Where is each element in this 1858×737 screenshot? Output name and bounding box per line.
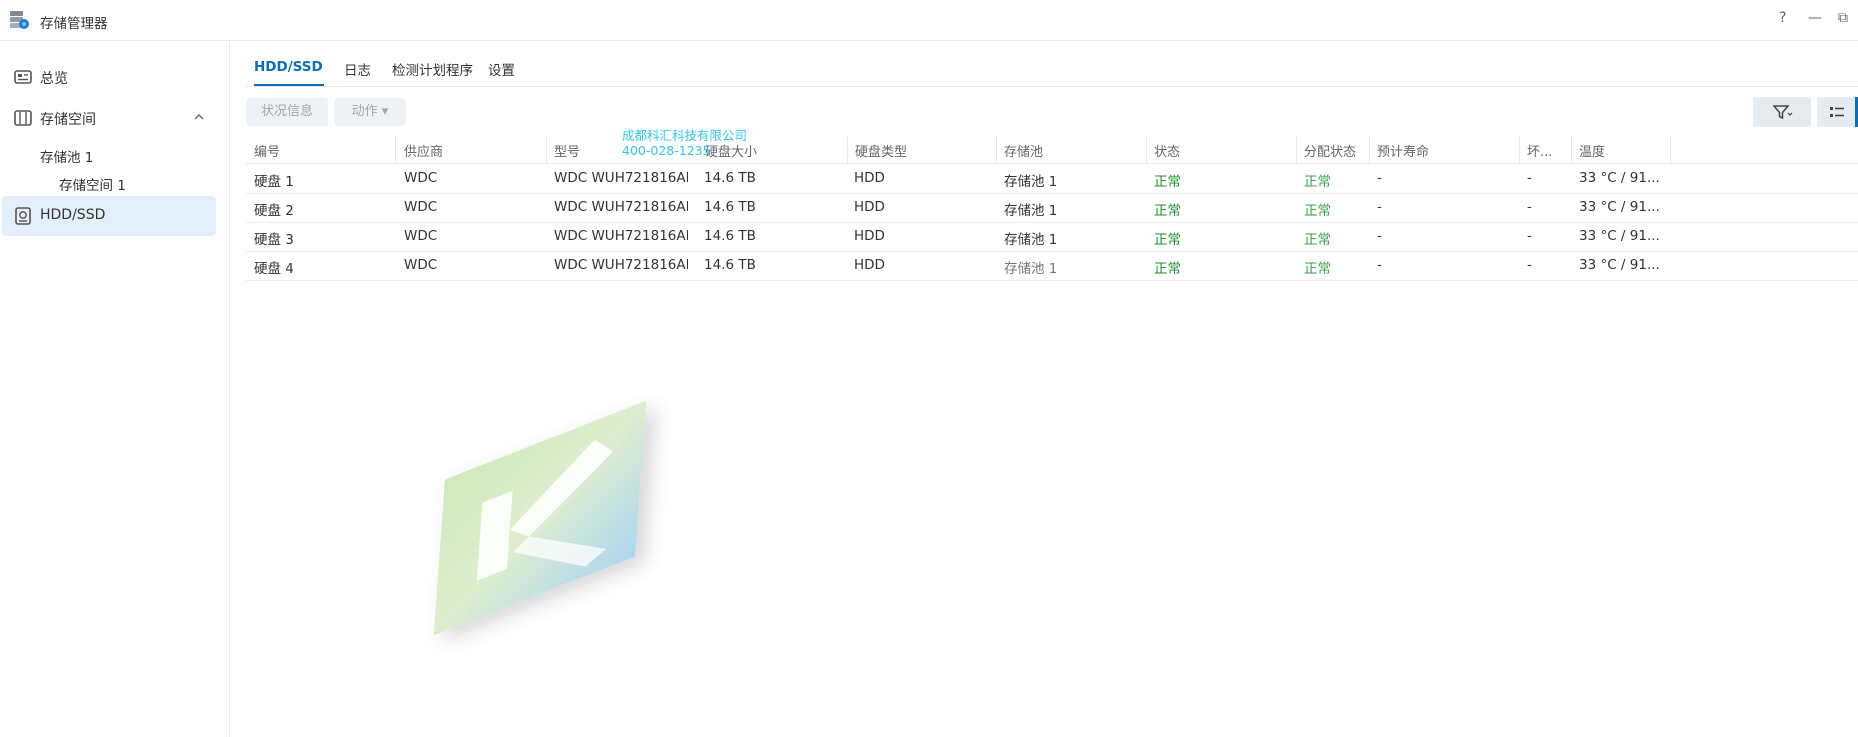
sidebar-item-label: HDD/SSD <box>40 207 106 223</box>
cell-size: 14.6 TB <box>704 170 756 186</box>
cell-status: 正常 <box>1154 203 1181 219</box>
cell-status: 正常 <box>1154 232 1181 248</box>
tab-settings[interactable]: 设置 <box>488 59 515 79</box>
cell-id: 硬盘 1 <box>254 174 294 190</box>
column-header-bad-sectors[interactable]: 坏... <box>1527 141 1552 160</box>
cell-bad-sectors: - <box>1527 199 1532 215</box>
column-header-model[interactable]: 型号 <box>554 141 580 160</box>
action-dropdown-button[interactable]: 动作 ▾ <box>334 98 406 126</box>
sidebar-item-storage[interactable]: 存储空间 <box>0 98 229 138</box>
column-header-allocation[interactable]: 分配状态 <box>1304 141 1356 160</box>
column-header-vendor[interactable]: 供应商 <box>404 141 443 160</box>
filter-icon <box>1773 105 1793 120</box>
cell-id: 硬盘 3 <box>254 232 294 248</box>
cell-size: 14.6 TB <box>704 257 756 273</box>
cell-model: WDC WUH721816ALE6L4 <box>554 199 688 215</box>
cell-vendor: WDC <box>404 257 438 273</box>
tab-logs[interactable]: 日志 <box>344 59 371 79</box>
cell-id: 硬盘 4 <box>254 261 294 277</box>
cell-life: - <box>1377 199 1382 215</box>
cell-type: HDD <box>854 170 885 186</box>
sidebar: 总览 存储空间 存储池 1 存储空间 1 HDD/SSD <box>0 41 230 737</box>
storage-icon <box>14 110 32 126</box>
tab-hdd-ssd[interactable]: HDD/SSD <box>254 59 323 75</box>
cell-pool: 存储池 1 <box>1004 174 1058 190</box>
cell-model: WDC WUH721816ALE6L4 <box>554 170 688 186</box>
cell-temperature: 33 °C / 91... <box>1579 199 1660 215</box>
cell-type: HDD <box>854 228 885 244</box>
cell-pool: 存储池 1 <box>1004 203 1058 219</box>
chevron-up-icon[interactable] <box>192 110 206 124</box>
cell-model: WDC WUH721816ALE6L4 <box>554 257 688 273</box>
hard-disk-icon <box>15 207 31 225</box>
column-header-id[interactable]: 编号 <box>254 141 280 160</box>
sidebar-item-overview[interactable]: 总览 <box>0 57 229 97</box>
sidebar-item-label: 存储空间 <box>40 112 96 128</box>
cell-id: 硬盘 2 <box>254 203 294 219</box>
cell-life: - <box>1377 170 1382 186</box>
cell-allocation: 正常 <box>1304 261 1331 277</box>
cell-type: HDD <box>854 257 885 273</box>
cell-pool: 存储池 1 <box>1004 261 1058 277</box>
table-row[interactable]: 硬盘 4 WDC WDC WUH721816ALE6L4 14.6 TB HDD… <box>246 251 1858 281</box>
watermark-text: 成都科汇科技有限公司 400-028-1235 <box>622 128 747 158</box>
watermark-logo <box>433 400 647 636</box>
cell-status: 正常 <box>1154 261 1181 277</box>
cell-temperature: 33 °C / 91... <box>1579 228 1660 244</box>
table-row[interactable]: 硬盘 3 WDC WDC WUH721816ALE6L4 14.6 TB HDD… <box>246 222 1858 252</box>
list-view-button[interactable] <box>1817 97 1858 127</box>
sidebar-item-hdd-ssd[interactable]: HDD/SSD <box>2 196 216 236</box>
cell-pool: 存储池 1 <box>1004 232 1058 248</box>
column-header-life[interactable]: 预计寿命 <box>1377 141 1429 160</box>
tab-bar: HDD/SSD 日志 检测计划程序 设置 <box>246 54 1858 87</box>
watermark-company: 成都科汇科技有限公司 <box>622 128 748 143</box>
cell-life: - <box>1377 228 1382 244</box>
sidebar-item-pool-1[interactable]: 存储池 1 <box>40 146 93 166</box>
table-row[interactable]: 硬盘 1 WDC WDC WUH721816ALE6L4 14.6 TB HDD… <box>246 164 1858 194</box>
minimize-button[interactable]: — <box>1808 10 1822 26</box>
cell-temperature: 33 °C / 91... <box>1579 170 1660 186</box>
column-header-status[interactable]: 状态 <box>1154 141 1180 160</box>
cell-life: - <box>1377 257 1382 273</box>
overview-icon <box>14 70 32 84</box>
column-header-disk-type[interactable]: 硬盘类型 <box>855 141 907 160</box>
list-view-icon <box>1830 107 1844 117</box>
cell-temperature: 33 °C / 91... <box>1579 257 1660 273</box>
cell-allocation: 正常 <box>1304 232 1331 248</box>
help-button[interactable]: ? <box>1779 10 1786 26</box>
column-header-pool[interactable]: 存储池 <box>1004 141 1043 160</box>
title-bar: 存储管理器 ? — ⧉ <box>0 0 1858 41</box>
cell-vendor: WDC <box>404 170 438 186</box>
status-info-button[interactable]: 状况信息 <box>246 98 328 126</box>
cell-vendor: WDC <box>404 228 438 244</box>
sidebar-item-volume-1[interactable]: 存储空间 1 <box>59 174 126 194</box>
tab-test-scheduler[interactable]: 检测计划程序 <box>392 59 473 79</box>
filter-button[interactable] <box>1753 97 1811 127</box>
cell-type: HDD <box>854 199 885 215</box>
cell-allocation: 正常 <box>1304 174 1331 190</box>
cell-model: WDC WUH721816ALE6L4 <box>554 228 688 244</box>
cell-allocation: 正常 <box>1304 203 1331 219</box>
cell-bad-sectors: - <box>1527 257 1532 273</box>
storage-manager-app-icon <box>10 11 29 29</box>
cell-bad-sectors: - <box>1527 170 1532 186</box>
active-tab-indicator <box>254 84 324 86</box>
restore-button[interactable]: ⧉ <box>1838 10 1848 26</box>
cell-vendor: WDC <box>404 199 438 215</box>
cell-status: 正常 <box>1154 174 1181 190</box>
cell-bad-sectors: - <box>1527 228 1532 244</box>
column-header-temperature[interactable]: 温度 <box>1579 141 1605 160</box>
table-header: 编号 供应商 型号 硬盘大小 硬盘类型 存储池 状态 分配状态 预计寿命 坏..… <box>246 135 1858 164</box>
sidebar-item-label: 总览 <box>40 71 68 87</box>
cell-size: 14.6 TB <box>704 199 756 215</box>
cell-size: 14.6 TB <box>704 228 756 244</box>
table-row[interactable]: 硬盘 2 WDC WDC WUH721816ALE6L4 14.6 TB HDD… <box>246 193 1858 223</box>
watermark-phone: 400-028-1235 <box>622 143 711 158</box>
app-title: 存储管理器 <box>40 16 108 32</box>
